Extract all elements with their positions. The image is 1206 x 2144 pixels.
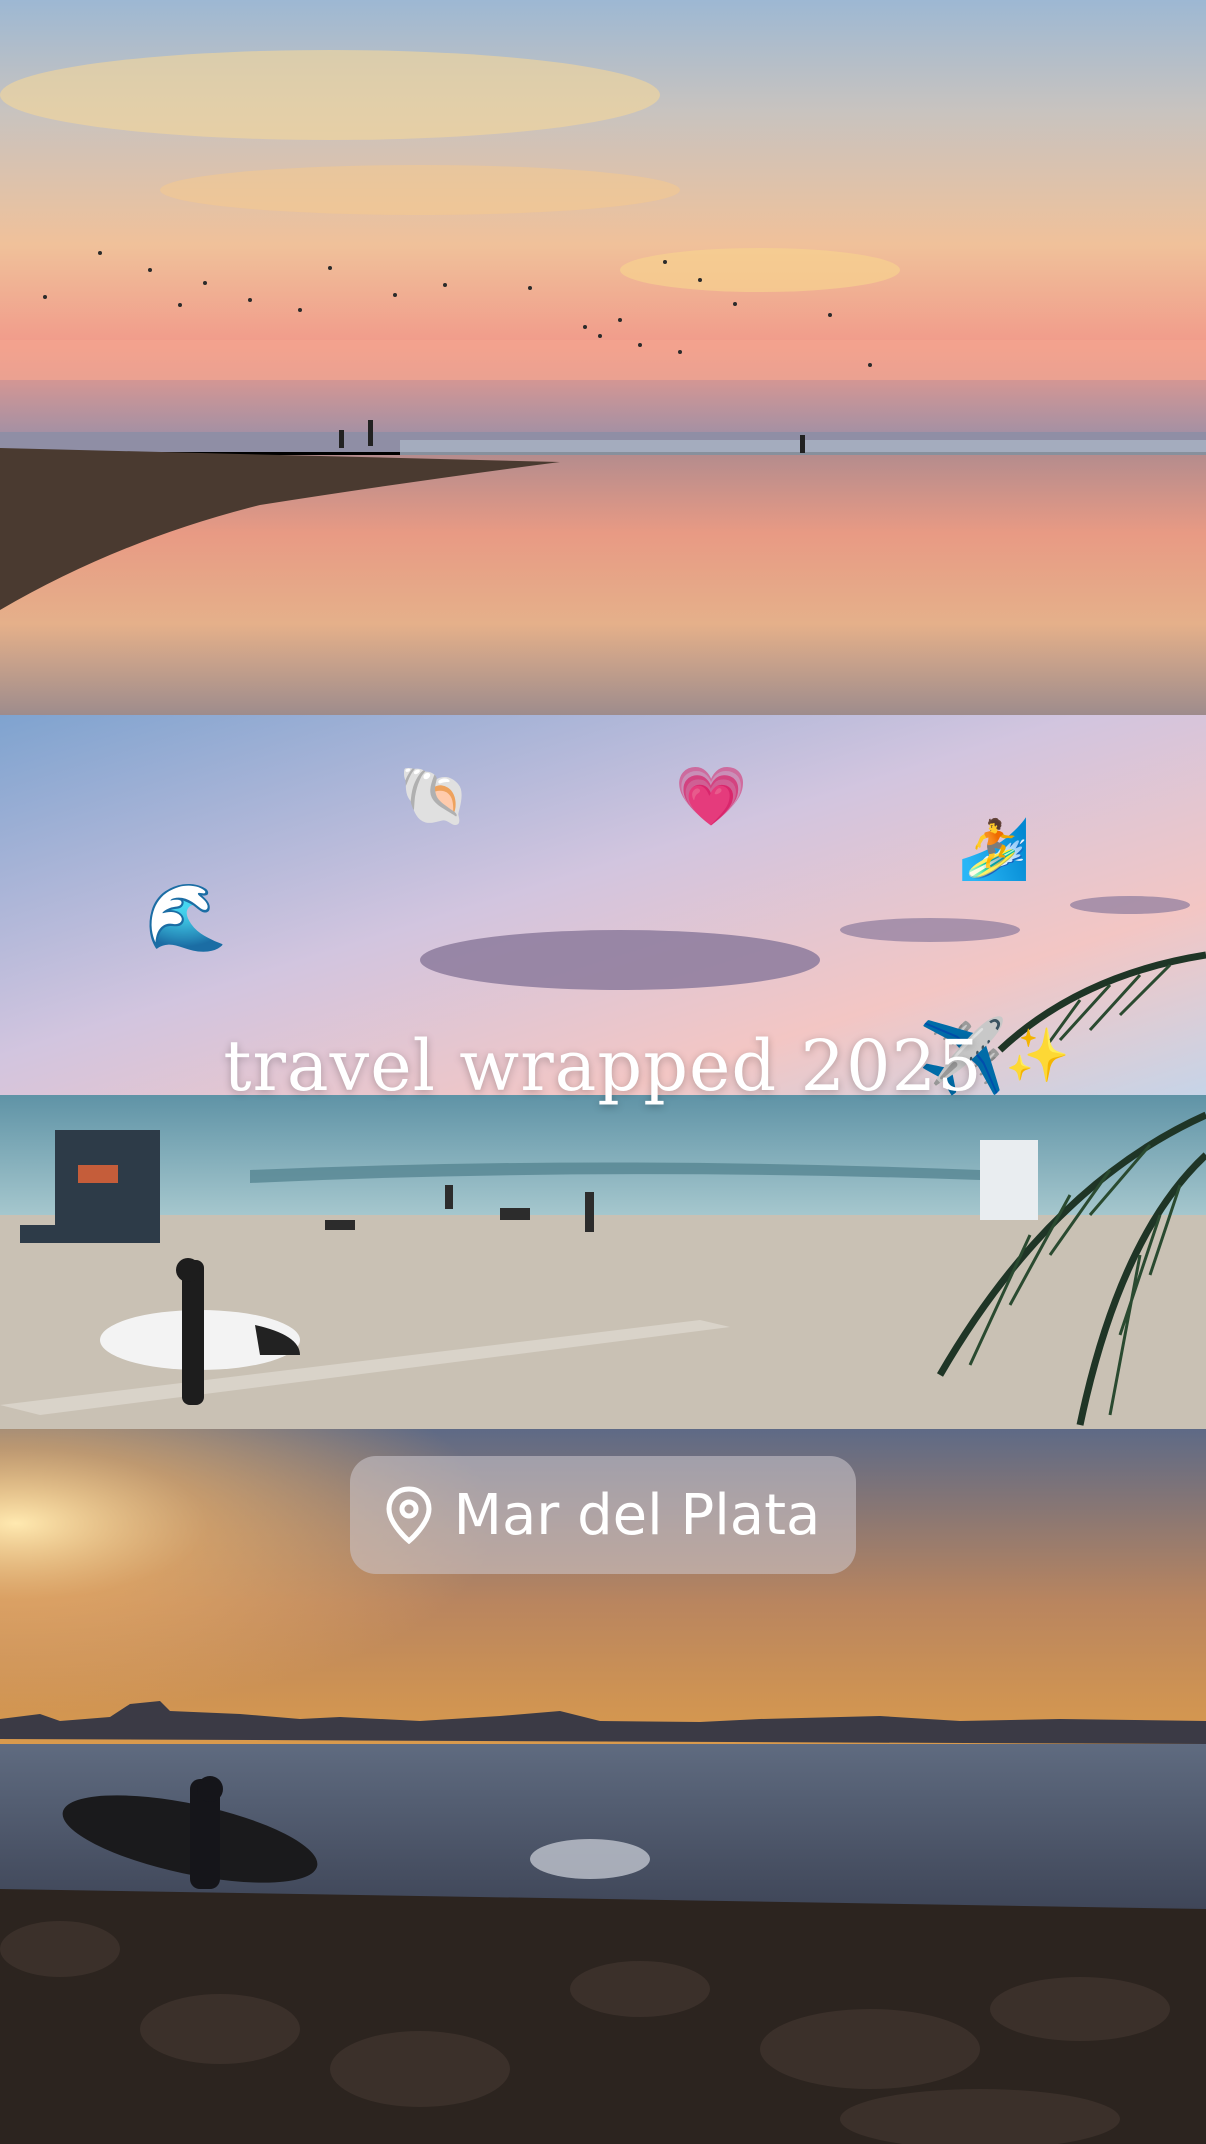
story-title: travel wrapped 2025	[223, 1025, 983, 1107]
person-surfing-icon: 🏄	[958, 815, 1031, 883]
location-pin-icon	[386, 1486, 432, 1544]
spiral-shell-icon: 🐚	[398, 762, 471, 830]
sunset-beach-scene	[0, 0, 1206, 715]
water-wave-icon: 🌊	[145, 879, 228, 956]
location-sticker[interactable]: Mar del Plata	[350, 1456, 856, 1574]
photo-dusk-rocks: Mar del Plata	[0, 1429, 1206, 2144]
pink-heart-icon: 💗	[675, 762, 748, 830]
photo-sunset-beach	[0, 0, 1206, 715]
location-label: Mar del Plata	[453, 1482, 821, 1548]
